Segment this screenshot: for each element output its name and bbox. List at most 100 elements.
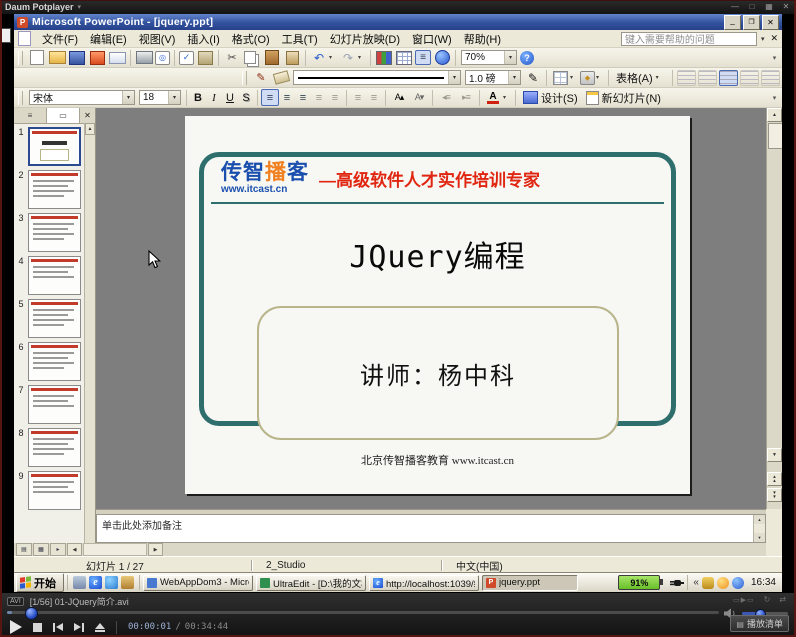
cut-button[interactable] <box>223 50 241 65</box>
format-painter-button[interactable] <box>283 50 301 65</box>
copy-button[interactable] <box>243 50 261 65</box>
media-player-icon[interactable] <box>121 576 134 589</box>
menu-edit[interactable]: 编辑(E) <box>84 30 133 48</box>
toolbar-grip[interactable] <box>18 51 23 65</box>
border-color-button[interactable] <box>524 70 542 85</box>
menu-view[interactable]: 视图(V) <box>133 30 182 48</box>
menu-tools[interactable]: 工具(T) <box>276 30 324 48</box>
seek-bar[interactable] <box>7 611 719 614</box>
slide-thumbnail[interactable]: 7 <box>14 381 85 424</box>
border-width-dropdown-icon[interactable] <box>508 71 520 84</box>
shuffle-icon[interactable] <box>779 595 786 604</box>
print-preview-button[interactable] <box>155 51 170 65</box>
insert-chart-button[interactable] <box>375 50 393 65</box>
scroll-up-button[interactable] <box>767 108 782 122</box>
taskbar-clock[interactable]: 16:34 <box>751 577 776 588</box>
powerpoint-titlebar[interactable]: P Microsoft PowerPoint - [jquery.ppt] <box>14 14 782 30</box>
playlist-button[interactable]: 播放清单 <box>730 615 789 632</box>
scrollbar-thumb[interactable] <box>768 123 782 149</box>
design-button[interactable]: 设计(S) <box>519 90 582 106</box>
save-button[interactable] <box>68 50 86 65</box>
align-top-button[interactable] <box>719 70 738 86</box>
ppt-restore-button[interactable] <box>743 15 760 30</box>
player-menu-caret-icon[interactable]: ▾ <box>78 3 82 11</box>
lecturer-box[interactable]: 讲师：杨中科 <box>257 306 619 440</box>
panel-close-icon[interactable] <box>80 108 95 123</box>
player-layout-button[interactable] <box>764 3 774 11</box>
toolbar-grip[interactable] <box>242 71 247 85</box>
normal-view-button[interactable] <box>16 543 32 556</box>
menu-file[interactable]: 文件(F) <box>36 30 84 48</box>
notes-scrollbar[interactable] <box>753 515 765 542</box>
player-minimize-button[interactable] <box>730 3 740 11</box>
ppt-close-button[interactable] <box>762 15 779 30</box>
slide-canvas[interactable]: 传智播客 www.itcast.cn —高级软件人才实作培训专家 JQuery编… <box>185 116 690 494</box>
player-titlebar[interactable]: Daum Potplayer ▾ <box>0 0 796 14</box>
decrease-indent-button[interactable] <box>437 90 455 105</box>
italic-button[interactable]: I <box>206 90 222 105</box>
screen-mode-icon[interactable] <box>733 595 755 604</box>
repeat-icon[interactable] <box>764 595 771 604</box>
update-tray-icon[interactable] <box>717 577 729 589</box>
zoom-combo[interactable]: 70% <box>461 50 517 65</box>
slide-thumbnail[interactable]: 3 <box>14 209 85 252</box>
border-width-combo[interactable]: 1.0 磅 <box>465 70 521 85</box>
font-color-dropdown-icon[interactable] <box>503 94 511 101</box>
bold-button[interactable]: B <box>190 90 206 105</box>
hscroll-right-button[interactable] <box>148 543 163 556</box>
distribute-text-button[interactable] <box>311 90 327 105</box>
fill-dropdown-icon[interactable] <box>596 74 604 81</box>
font-size-combo[interactable]: 18 <box>139 90 181 105</box>
toolbar-grip[interactable] <box>18 91 23 105</box>
start-button[interactable]: 开始 <box>16 573 64 592</box>
menu-insert[interactable]: 插入(I) <box>181 30 225 48</box>
align-center-button[interactable] <box>279 90 295 105</box>
eraser-button[interactable] <box>272 70 290 85</box>
tab-slides[interactable] <box>47 108 80 123</box>
keys-tray-icon[interactable] <box>702 577 714 589</box>
notes-placeholder[interactable]: 单击此处添加备注 <box>102 517 182 532</box>
stop-button[interactable] <box>33 623 42 632</box>
align-right-button[interactable] <box>295 90 311 105</box>
previous-slide-button[interactable] <box>767 472 782 486</box>
help-dropdown-icon[interactable] <box>761 35 765 43</box>
battery-indicator[interactable]: 91% <box>618 575 660 590</box>
undo-dropdown-icon[interactable] <box>329 54 337 61</box>
slide-thumbnail[interactable]: 6 <box>14 338 85 381</box>
zoom-dropdown-icon[interactable] <box>504 51 516 64</box>
playing-filename[interactable]: [1/56] 01-JQuery简介.avi <box>30 595 129 608</box>
taskbar-task-browser[interactable]: http://localhost:1039/练... <box>369 575 479 591</box>
slide-thumbnail[interactable]: 5 <box>14 295 85 338</box>
menu-format[interactable]: 格式(O) <box>226 30 276 48</box>
network-tray-icon[interactable] <box>732 577 744 589</box>
font-size-dropdown-icon[interactable] <box>168 91 180 104</box>
draw-table-button[interactable] <box>252 70 270 85</box>
open-button[interactable] <box>48 50 66 65</box>
menu-slideshow[interactable]: 幻灯片放映(D) <box>324 30 406 48</box>
player-close-button[interactable] <box>781 3 791 11</box>
redo-dropdown-icon[interactable] <box>358 54 366 61</box>
print-button[interactable] <box>135 50 153 65</box>
previous-button[interactable] <box>53 623 63 632</box>
tab-outline[interactable] <box>14 108 47 123</box>
paste-button[interactable] <box>263 50 281 65</box>
notes-scroll-down-icon[interactable] <box>754 533 765 542</box>
play-button[interactable] <box>10 620 22 634</box>
permission-button[interactable] <box>88 50 106 65</box>
redo-button[interactable] <box>339 50 357 65</box>
underline-button[interactable]: U <box>222 90 238 105</box>
line-spacing-button[interactable] <box>327 90 343 105</box>
outside-border-button[interactable] <box>551 70 569 85</box>
toolbar-options-icon[interactable] <box>769 50 780 66</box>
fill-color-button[interactable] <box>580 71 595 85</box>
scroll-down-button[interactable] <box>767 448 782 462</box>
slide-thumbnail[interactable]: 4 <box>14 252 85 295</box>
email-button[interactable] <box>108 50 126 65</box>
menubar-close-icon[interactable] <box>770 33 778 44</box>
taskbar-task-powerpoint[interactable]: jquery.ppt <box>482 575 578 591</box>
slide-editing-area[interactable]: 传智播客 www.itcast.cn —高级软件人才实作培训专家 JQuery编… <box>96 108 766 509</box>
slide-thumbnail[interactable]: 8 <box>14 424 85 467</box>
new-slide-button[interactable]: 新幻灯片(N) <box>582 90 665 106</box>
ppt-minimize-button[interactable] <box>724 15 741 30</box>
border-style-dropdown-icon[interactable] <box>448 71 460 84</box>
